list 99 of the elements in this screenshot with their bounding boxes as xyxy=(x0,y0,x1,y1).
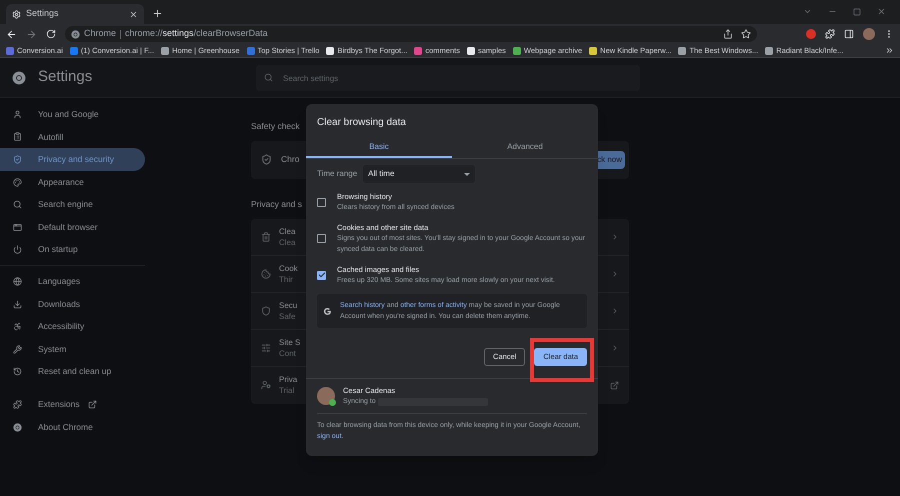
chrome-logo-icon xyxy=(71,30,80,38)
sidebar-icon xyxy=(13,400,22,409)
sidebar-item[interactable]: About Chrome xyxy=(0,416,145,438)
sidebar-icon xyxy=(13,222,22,232)
sidebar-item[interactable]: Languages xyxy=(0,270,145,293)
favicon-icon xyxy=(6,46,14,54)
checkbox[interactable] xyxy=(317,198,326,206)
favicon-icon xyxy=(678,46,686,54)
favicon-icon xyxy=(466,46,475,54)
sidebar-item[interactable]: Default browser xyxy=(0,216,145,239)
sidebar-icon xyxy=(13,367,22,376)
row-icon xyxy=(261,380,271,390)
row-title: Secu xyxy=(279,300,298,310)
close-icon[interactable] xyxy=(129,10,138,18)
reload-icon[interactable] xyxy=(46,29,56,39)
row-icon xyxy=(261,342,271,352)
sidebar-icon xyxy=(13,344,22,354)
profile-avatar[interactable] xyxy=(863,28,875,40)
row-icon xyxy=(261,306,271,316)
browser-tab[interactable]: Settings xyxy=(6,4,144,24)
sidebar-item[interactable]: Extensions xyxy=(0,393,145,416)
sidebar-icon xyxy=(13,154,22,164)
dropdown-caret-icon xyxy=(464,172,470,176)
section-heading: Safety check xyxy=(251,120,300,133)
favicon-icon xyxy=(161,46,170,54)
back-icon[interactable] xyxy=(6,28,17,40)
sidebar-item[interactable]: Autofill xyxy=(0,126,145,148)
favicon-icon xyxy=(512,46,521,54)
card-text: Chro xyxy=(281,153,300,166)
shield-icon xyxy=(261,154,272,166)
sidebar-icon xyxy=(13,245,22,254)
extensions-icon[interactable] xyxy=(825,29,835,39)
row-title: Clea xyxy=(279,226,296,236)
bookmark-star-icon[interactable] xyxy=(741,29,751,39)
favicon-icon xyxy=(70,46,78,54)
sidebar-item[interactable]: Accessibility xyxy=(0,315,145,338)
side-panel-icon[interactable] xyxy=(844,29,854,39)
chevron-right-icon[interactable] xyxy=(611,232,619,240)
time-range-select[interactable]: All time xyxy=(363,165,476,183)
tab-title: Settings xyxy=(26,7,60,20)
chevron-right-icon[interactable] xyxy=(611,344,619,352)
row-title: Priva xyxy=(279,374,298,385)
favicon-icon xyxy=(589,46,598,54)
dialog-tab[interactable]: Basic xyxy=(306,138,452,158)
sidebar-item[interactable]: System xyxy=(0,338,145,361)
sidebar-icon xyxy=(13,178,22,187)
settings-title: Settings xyxy=(38,67,92,88)
sidebar-icon xyxy=(13,110,22,119)
sidebar-icon xyxy=(13,276,22,286)
chevron-right-icon[interactable] xyxy=(611,306,619,314)
favicon-icon xyxy=(326,46,334,54)
favicon-icon xyxy=(765,46,774,54)
more-bookmarks-icon[interactable] xyxy=(885,46,894,55)
maximize-icon[interactable] xyxy=(853,8,861,16)
section-heading: Privacy and s xyxy=(251,198,302,210)
forward-icon[interactable] xyxy=(26,28,37,40)
site-label: Chrome xyxy=(84,27,116,40)
address-bar[interactable]: Chrome chrome://settings/clearBrowserData xyxy=(65,26,757,42)
sync-badge-icon xyxy=(329,399,336,406)
sidebar-item[interactable]: Appearance xyxy=(0,170,145,194)
row-subtitle: Thir xyxy=(279,274,294,284)
sidebar-icon xyxy=(13,200,22,210)
google-icon xyxy=(323,306,332,316)
favicon-icon xyxy=(414,46,422,54)
row-icon xyxy=(261,268,271,278)
checkbox[interactable] xyxy=(317,234,326,243)
chrome-logo-icon xyxy=(12,70,26,84)
sidebar-icon xyxy=(13,322,22,332)
dialog-title: Clear browsing data xyxy=(316,116,407,130)
new-tab-icon[interactable] xyxy=(152,8,163,19)
url-text: chrome://settings/clearBrowserData xyxy=(125,27,268,40)
external-link-icon[interactable] xyxy=(610,380,619,390)
chevron-down-icon[interactable] xyxy=(803,7,812,16)
sidebar-item[interactable]: Search engine xyxy=(0,193,145,216)
row-title: Site S xyxy=(279,336,300,348)
extension-icon[interactable] xyxy=(806,29,816,39)
chrome-logo-icon xyxy=(13,422,22,432)
external-link-icon xyxy=(88,400,97,409)
sidebar-item[interactable]: On startup xyxy=(0,238,145,262)
share-icon[interactable] xyxy=(723,29,733,39)
search-icon xyxy=(264,73,273,82)
sidebar-icon xyxy=(13,132,22,142)
sidebar-icon xyxy=(13,300,22,309)
close-icon[interactable] xyxy=(877,7,886,16)
checkbox[interactable] xyxy=(317,270,326,280)
search-field[interactable]: Search settings xyxy=(256,65,640,91)
sidebar-item[interactable]: Downloads xyxy=(0,292,145,316)
row-subtitle: Safe xyxy=(279,310,296,322)
row-subtitle: Clea xyxy=(279,236,296,248)
favicon-icon xyxy=(246,46,254,54)
row-title: Cook xyxy=(279,262,298,274)
sidebar-item[interactable]: Reset and clean up xyxy=(0,360,145,384)
chevron-right-icon[interactable] xyxy=(611,270,619,278)
row-subtitle: Trial xyxy=(279,385,296,396)
settings-icon xyxy=(12,10,21,18)
sidebar-item[interactable]: You and Google xyxy=(0,103,145,126)
row-subtitle: Cont xyxy=(279,348,297,358)
row-icon xyxy=(261,232,271,242)
time-range-label: Time range xyxy=(317,168,358,180)
